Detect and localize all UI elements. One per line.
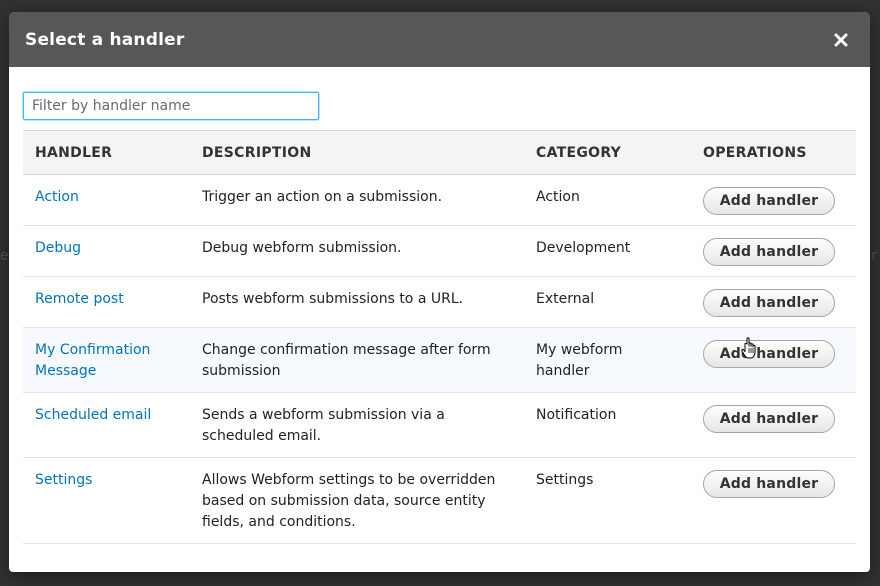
- column-header-handler[interactable]: HANDLER: [23, 130, 190, 175]
- handler-cell: Scheduled email: [23, 392, 190, 458]
- dialog-body: HANDLER DESCRIPTION CATEGORY OPERATIONS …: [9, 67, 870, 544]
- filter-handler-input[interactable]: [23, 92, 319, 120]
- description-cell: Trigger an action on a submission.: [190, 174, 524, 226]
- category-cell: Action: [524, 174, 691, 226]
- description-cell: Sends a webform submission via a schedul…: [190, 392, 524, 458]
- handler-cell: Settings: [23, 457, 190, 544]
- add-handler-button-remote-post[interactable]: Add handler: [703, 289, 835, 317]
- close-icon: [834, 33, 848, 46]
- description-cell: Debug webform submission.: [190, 225, 524, 277]
- category-cell: External: [524, 276, 691, 328]
- handler-cell: Remote post: [23, 276, 190, 328]
- category-cell: Notification: [524, 392, 691, 458]
- category-cell: My webform handler: [524, 327, 691, 393]
- handler-cell: My Confirmation Message: [23, 327, 190, 393]
- add-handler-button-debug[interactable]: Add handler: [703, 238, 835, 266]
- table-row: Debug Debug webform submission. Developm…: [23, 225, 856, 277]
- add-handler-button-scheduled-email[interactable]: Add handler: [703, 405, 835, 433]
- handler-link-scheduled-email[interactable]: Scheduled email: [35, 407, 151, 423]
- table-header-row: HANDLER DESCRIPTION CATEGORY OPERATIONS: [23, 130, 856, 175]
- handler-cell: Debug: [23, 225, 190, 277]
- table-row: Scheduled email Sends a webform submissi…: [23, 392, 856, 458]
- close-button[interactable]: [828, 27, 854, 53]
- table-row: Settings Allows Webform settings to be o…: [23, 457, 856, 544]
- operations-cell: Add handler: [691, 457, 856, 544]
- operations-cell: Add handler: [691, 276, 856, 328]
- table-row: Action Trigger an action on a submission…: [23, 174, 856, 226]
- column-header-description: DESCRIPTION: [190, 130, 524, 175]
- operations-cell: Add handler: [691, 225, 856, 277]
- category-cell: Development: [524, 225, 691, 277]
- handler-cell: Action: [23, 174, 190, 226]
- dialog-header: Select a handler: [9, 12, 870, 67]
- description-cell: Posts webform submissions to a URL.: [190, 276, 524, 328]
- add-handler-button-my-confirmation-message[interactable]: Add handler: [703, 340, 835, 368]
- description-cell: Allows Webform settings to be overridden…: [190, 457, 524, 544]
- operations-cell: Add handler: [691, 392, 856, 458]
- add-handler-button-action[interactable]: Add handler: [703, 187, 835, 215]
- description-cell: Change confirmation message after form s…: [190, 327, 524, 393]
- handler-link-debug[interactable]: Debug: [35, 240, 81, 256]
- select-handler-dialog: Select a handler HANDLER DESCRIPTION CAT…: [9, 12, 870, 572]
- handler-link-remote-post[interactable]: Remote post: [35, 291, 124, 307]
- dialog-title: Select a handler: [25, 29, 185, 50]
- operations-cell: Add handler: [691, 174, 856, 226]
- handler-link-action[interactable]: Action: [35, 189, 79, 205]
- handler-link-settings[interactable]: Settings: [35, 472, 92, 488]
- add-handler-button-settings[interactable]: Add handler: [703, 470, 835, 498]
- category-cell: Settings: [524, 457, 691, 544]
- table-row: My Confirmation Message Change confirmat…: [23, 327, 856, 393]
- column-header-operations: OPERATIONS: [691, 130, 856, 175]
- column-header-category[interactable]: CATEGORY: [524, 130, 691, 175]
- operations-cell: Add handler: [691, 327, 856, 393]
- handlers-table: HANDLER DESCRIPTION CATEGORY OPERATIONS …: [23, 130, 856, 544]
- table-row: Remote post Posts webform submissions to…: [23, 276, 856, 328]
- handler-link-my-confirmation-message[interactable]: My Confirmation Message: [35, 342, 150, 379]
